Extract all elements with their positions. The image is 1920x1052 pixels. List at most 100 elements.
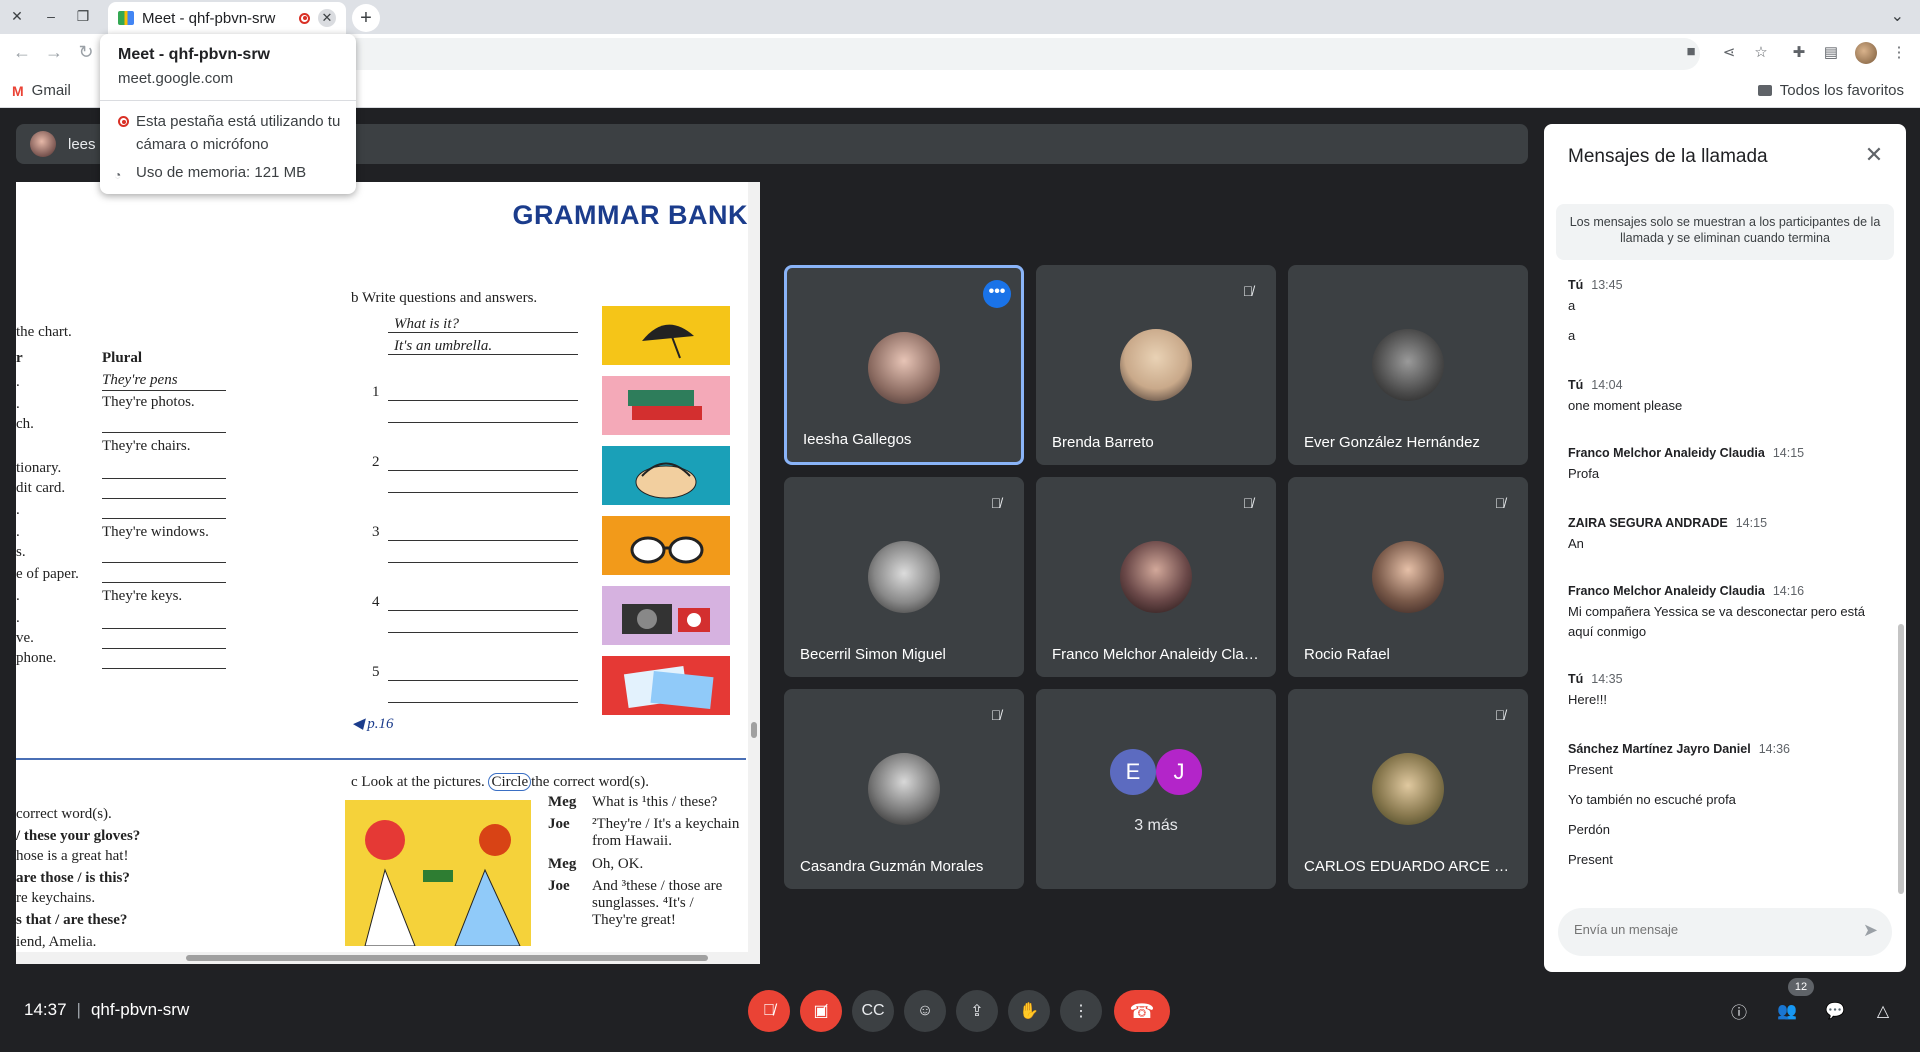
browser-menu-icon[interactable]: ⋮ [1888,43,1910,61]
activities-button[interactable]: △ [1862,990,1904,1032]
message-text: Present [1568,762,1613,777]
exercise-b-heading: b Write questions and answers. [351,290,538,306]
slide-horizontal-scrollbar[interactable] [16,952,760,964]
more-participants-tile[interactable]: E J 3 más [1036,689,1276,889]
message-time: 13:45 [1591,278,1623,292]
message-header: Sánchez Martínez Jayro Daniel 14:36 [1568,742,1790,756]
present-screen-button[interactable]: ⇪ [956,990,998,1032]
meeting-details-button[interactable]: ⓘ [1718,990,1760,1032]
page-reference: ◀ p.16 [352,716,394,732]
glasses-picture [602,516,730,575]
back-arrow-icon[interactable]: ← [10,42,34,63]
left-c-line: are those / is this? [16,870,130,886]
microphone-toggle-button[interactable]: 🎙̸ [748,990,790,1032]
message-header: Tú 13:45 [1568,278,1623,292]
recording-indicator-icon [299,12,310,24]
camera-in-use-icon[interactable]: ■ [1680,43,1702,60]
mic-off-icon: 🎙̸ [1242,283,1254,299]
presenter-name: lees [68,135,96,153]
plural-row: They're keys. [102,588,183,604]
close-icon[interactable]: ✕ [1860,142,1888,168]
leave-call-button[interactable]: ☎ [1114,990,1170,1032]
new-tab-button[interactable]: + [352,4,380,32]
participant-letter-avatar: E [1110,749,1156,795]
column-r: r [16,350,23,366]
chat-input-box[interactable]: ➤ [1558,908,1892,956]
camera-toggle-button[interactable]: ▣̸ [800,990,842,1032]
tab-close-icon[interactable]: ✕ [318,9,336,27]
more-options-icon[interactable]: ••• [983,280,1011,308]
scrollbar-thumb[interactable] [751,722,757,738]
forward-arrow-icon[interactable]: → [42,42,66,63]
tab-search-chevron-icon[interactable]: ⌄ [1891,6,1904,26]
window-minimize-icon[interactable]: – [40,8,62,24]
participant-tile[interactable]: ••• Ieesha Gallegos [784,265,1024,465]
raise-hand-button[interactable]: ✋ [1008,990,1050,1032]
message-text: An [1568,536,1584,551]
window-restore-icon[interactable]: ❐ [72,8,94,25]
message-time: 14:15 [1735,516,1768,530]
participant-name: Franco Melchor Analeidy Cla… [1052,646,1259,663]
activities-icon: △ [1876,1003,1890,1020]
emoji-icon: ☺ [916,1002,934,1019]
chat-button[interactable]: 💬 [1814,990,1856,1032]
page-reference-text: p.16 [367,716,394,732]
chat-scrollbar[interactable] [1898,624,1904,894]
share-icon[interactable]: ⋖ [1718,43,1740,61]
all-bookmarks[interactable]: Todos los favoritos [1757,82,1904,99]
reload-icon[interactable]: ↻ [74,42,98,63]
message-text: a [1568,298,1576,313]
message-text: one moment please [1568,398,1683,413]
answer-line [388,492,578,493]
slide-vertical-scrollbar[interactable] [748,182,760,964]
participant-tile[interactable]: 🎙̸ CARLOS EDUARDO ARCE HE… [1288,689,1528,889]
participant-letter-avatar: J [1156,749,1202,795]
shared-screen: GRAMMAR BANK the chart. r Plural They're… [16,182,760,964]
answer-line [102,478,226,479]
hover-card-url: meet.google.com [118,70,234,87]
browser-tab-meet[interactable]: Meet - qhf-pbvn-srw ✕ [108,2,346,34]
participant-avatar [1120,329,1192,401]
answer-line [388,354,578,355]
bookmark-gmail[interactable]: M Gmail [12,82,71,99]
participant-tile[interactable]: 🎙̸ Casandra Guzmán Morales [784,689,1024,889]
people-icon: 👥 [1777,1003,1797,1020]
chat-message-input[interactable] [1574,922,1844,937]
send-icon[interactable]: ➤ [1863,920,1878,941]
message-sender: Tú [1568,278,1584,292]
window-close-icon[interactable]: ✕ [6,8,28,25]
exercise-c-rest: the correct word(s). [531,774,649,790]
dialogue-speaker: Meg [548,856,577,872]
left-fragment: . [16,502,20,518]
dialogue-speaker: Meg [548,794,577,810]
captions-button[interactable]: CC [852,990,894,1032]
circle-word: Circle [488,773,532,791]
message-text: Here!!! [1568,692,1608,707]
left-fragment: phone. [16,650,57,666]
participant-tile[interactable]: 🎙̸ Brenda Barreto [1036,265,1276,465]
participant-tile[interactable]: Ever González Hernández [1288,265,1528,465]
info-icon: ⓘ [1730,1005,1747,1022]
people-button[interactable]: 👥 [1766,990,1808,1032]
tab-hover-card: Meet - qhf-pbvn-srw meet.google.com Esta… [100,34,356,194]
extensions-icon[interactable]: ✚ [1788,43,1810,61]
message-header: Franco Melchor Analeidy Claudia 14:15 [1568,446,1804,460]
participant-tile[interactable]: 🎙̸ Rocio Rafael [1288,477,1528,677]
chat-panel: Mensajes de la llamada ✕ Los mensajes so… [1544,124,1906,972]
message-text: Mi compañera Yessica se va desconectar p… [1568,604,1866,639]
bookmark-star-icon[interactable]: ☆ [1750,43,1772,61]
hand-icon: ✋ [1019,1003,1039,1020]
left-fragment: dit card. [16,480,66,496]
reactions-button[interactable]: ☺ [904,990,946,1032]
participant-tile[interactable]: 🎙̸ Becerril Simon Miguel [784,477,1024,677]
side-panel-icon[interactable]: ▤ [1820,43,1842,61]
current-time: 14:37 [24,1000,67,1019]
profile-avatar[interactable] [1855,42,1877,64]
participant-tile[interactable]: 🎙̸ Franco Melchor Analeidy Cla… [1036,477,1276,677]
comic-illustration [345,800,531,947]
participant-name: Rocio Rafael [1304,646,1390,663]
scrollbar-thumb[interactable] [186,955,708,961]
question-number: 1 [372,384,380,400]
message-sender: Franco Melchor Analeidy Claudia [1568,446,1765,460]
more-options-button[interactable]: ⋮ [1060,990,1102,1032]
